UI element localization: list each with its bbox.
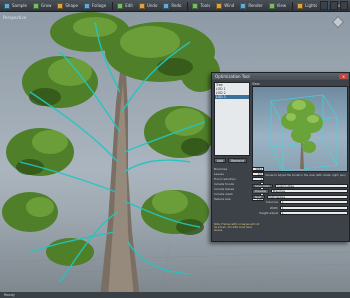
atlas-param-row: Save Atlas Custom Atlas (252, 183, 348, 189)
toolbar-button-wind[interactable]: Wind (214, 1, 236, 11)
toolbar-button-label: View (276, 3, 287, 8)
atlas-params: Save Atlas Custom Atlas Preview Branches Nex… (252, 183, 348, 216)
atlas-param-field[interactable]: Multi texture (266, 194, 348, 199)
leaf-icon (83, 2, 90, 9)
list-item[interactable]: LOD 3 (215, 95, 249, 99)
shape-icon (57, 2, 64, 9)
main-toolbar: Sample Grow Shape Foliage Edit Undo Redo Tools W… (0, 0, 350, 12)
toolbar-button-tools[interactable]: Tools (190, 1, 212, 11)
toolbar-button-label: Wind (224, 3, 235, 8)
redo-icon (163, 2, 170, 9)
param-value-field[interactable]: 1 (252, 176, 264, 181)
render-icon (240, 2, 247, 9)
edit-icon (117, 2, 124, 9)
toolbar-button-label: Undo (146, 3, 158, 8)
param-label: Include fronds (214, 181, 234, 186)
atlas-param-row: Height adjust 1 (252, 211, 348, 217)
light-icon (297, 2, 304, 9)
toolbar-button-label: Tools (200, 3, 211, 8)
atlas-action-button[interactable]: Preview (252, 189, 269, 194)
param-label: Include mesh (214, 191, 233, 196)
viewport-label: Perspective (3, 15, 27, 20)
toolbar-button-grow[interactable]: Grow (31, 1, 53, 11)
add-button[interactable]: Add (214, 158, 227, 163)
maximize-icon[interactable] (330, 1, 338, 10)
tools-icon (192, 2, 199, 9)
toolbar-separator (112, 1, 114, 10)
atlas-param-field[interactable]: 1 (280, 205, 348, 210)
optimization-dialog: Optimization Tool × Tree LOD 1 LOD 2 LOD 3 … (211, 72, 350, 242)
close-icon[interactable] (340, 1, 348, 10)
toolbar-button-undo[interactable]: Undo (137, 1, 159, 11)
toolbar-button-redo[interactable]: Redo (161, 1, 183, 11)
status-bar: Ready (0, 292, 350, 298)
atlas-param-label: Height adjust (259, 211, 278, 216)
grow-icon (33, 2, 39, 9)
atlas-param-field[interactable]: Custom Atlas (274, 183, 348, 188)
sample-icon (4, 2, 10, 9)
toolbar-button-label: Foliage (91, 3, 107, 8)
param-label: Frond reduction (214, 176, 236, 181)
toolbar-button-label: Shape (65, 3, 78, 8)
atlas-param-row: Preview Branches (252, 189, 348, 195)
atlas-param-row: Width 1 (252, 205, 348, 211)
toolbar-button-lights[interactable]: Lights (295, 1, 319, 11)
window-controls (320, 1, 348, 10)
toolbar-button-sample[interactable]: Sample (2, 1, 29, 11)
atlas-param-row: Columns 1 (252, 200, 348, 206)
toolbar-button-label: Redo (171, 3, 182, 8)
lod-list[interactable]: Tree LOD 1 LOD 2 LOD 3 (214, 82, 250, 156)
atlas-param-row: Next Multi texture (252, 194, 348, 200)
toolbar-button-label: Lights (305, 3, 318, 8)
toolbar-separator (187, 1, 189, 10)
tree-preview[interactable] (252, 86, 348, 172)
toolbar-button-render[interactable]: Render (238, 1, 264, 11)
minimize-icon[interactable] (320, 1, 328, 10)
dialog-title-bar[interactable]: Optimization Tool × (212, 73, 349, 80)
view-icon (268, 2, 275, 9)
atlas-param-label: Width (269, 205, 278, 210)
toolbar-button-label: Render (248, 3, 263, 8)
param-value-field[interactable]: 0.5 (252, 171, 264, 176)
toolbar-button-foliage[interactable]: Foliage (82, 1, 108, 11)
param-label: Texture size (214, 196, 231, 201)
atlas-action-button[interactable]: Next (252, 194, 265, 199)
dialog-title: Optimization Tool (215, 74, 250, 79)
toolbar-separator (292, 1, 294, 10)
atlas-param-field[interactable]: 1 (280, 211, 348, 216)
toolbar-button-label: Edit (125, 3, 133, 8)
atlas-param-field[interactable]: 1 (280, 200, 348, 205)
toolbar-button-shape[interactable]: Shape (55, 1, 80, 11)
toolbar-button-view[interactable]: View (267, 1, 289, 11)
note-text: Note: Frames with no leaves will not be … (214, 223, 260, 233)
atlas-param-field[interactable]: Branches (270, 189, 348, 194)
atlas-action-button[interactable]: Save Atlas (252, 183, 273, 188)
param-label: Branches (214, 166, 228, 171)
toolbar-button-label: Sample (12, 3, 27, 8)
preview-hint: Use the mouse to adjust the model in the… (254, 174, 346, 177)
atlas-param-label: Columns (265, 200, 278, 205)
wind-icon (216, 2, 223, 9)
param-label: Leaves (214, 171, 224, 176)
param-label: Include leaves (214, 186, 235, 191)
toolbar-button-label: Grow (41, 3, 52, 8)
undo-icon (138, 2, 145, 9)
remove-button[interactable]: Remove (228, 158, 248, 163)
close-icon[interactable]: × (339, 74, 348, 79)
toolbar-button-edit[interactable]: Edit (115, 1, 135, 11)
param-value-field[interactable]: 1024 (252, 166, 264, 171)
